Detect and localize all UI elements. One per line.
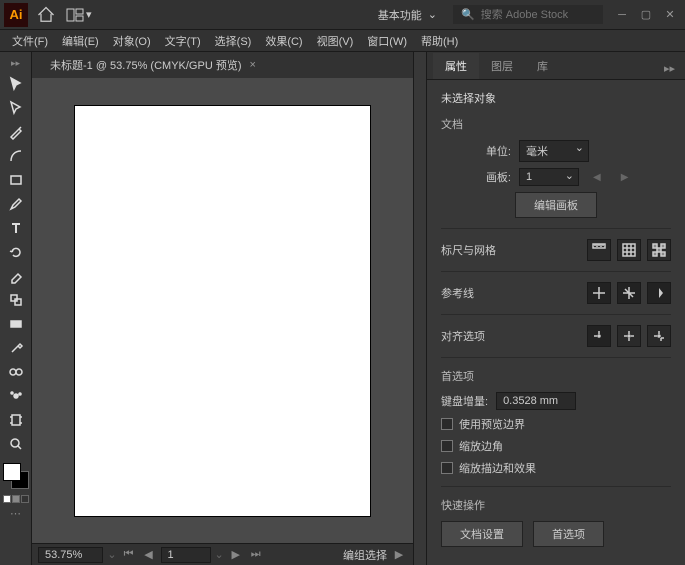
guides-label: 参考线 <box>441 285 474 301</box>
panel-menu-icon[interactable]: ▸▸ <box>660 58 679 79</box>
fill-swatch[interactable] <box>3 463 21 481</box>
fill-stroke-swatches[interactable] <box>3 463 29 489</box>
tab-properties[interactable]: 属性 <box>433 53 479 79</box>
scale-corners-label: 缩放边角 <box>459 438 503 454</box>
selection-tool[interactable] <box>4 73 28 95</box>
symbol-sprayer-tool[interactable] <box>4 385 28 407</box>
eyedropper-tool[interactable] <box>4 337 28 359</box>
menu-window[interactable]: 窗口(W) <box>361 31 413 51</box>
scale-strokes-label: 缩放描边和效果 <box>459 460 536 476</box>
document-tab[interactable]: 未标题-1 @ 53.75% (CMYK/GPU 预览) × <box>42 53 264 77</box>
artboard-number-input[interactable]: 1 <box>161 547 211 563</box>
status-text: 编组选择 <box>343 547 387 563</box>
menu-file[interactable]: 文件(F) <box>6 31 54 51</box>
maximize-button[interactable]: ▢ <box>635 6 657 24</box>
toolbox-collapse-icon[interactable]: ▸▸ <box>11 58 20 69</box>
snap-pixel-icon[interactable] <box>647 325 671 347</box>
eraser-tool[interactable] <box>4 265 28 287</box>
close-tab-icon[interactable]: × <box>249 59 255 71</box>
no-selection-label: 未选择对象 <box>441 90 671 106</box>
next-artboard-panel-icon[interactable]: ▶ <box>615 172 635 183</box>
edit-toolbar-icon[interactable]: ⋯ <box>10 507 21 520</box>
section-document: 文档 <box>441 116 671 132</box>
toolbox: ▸▸ ⋯ <box>0 52 32 565</box>
menu-select[interactable]: 选择(S) <box>209 31 258 51</box>
menu-effect[interactable]: 效果(C) <box>259 31 308 51</box>
close-button[interactable]: ✕ <box>659 6 681 24</box>
curvature-tool[interactable] <box>4 145 28 167</box>
artboard-dropdown[interactable]: 1 <box>519 168 579 186</box>
section-preferences: 首选项 <box>441 368 671 384</box>
snap-point-icon[interactable] <box>587 325 611 347</box>
artboard-tool[interactable] <box>4 409 28 431</box>
units-dropdown[interactable]: 毫米 <box>519 140 589 162</box>
menu-view[interactable]: 视图(V) <box>311 31 360 51</box>
search-input[interactable] <box>481 9 595 21</box>
menu-help[interactable]: 帮助(H) <box>415 31 464 51</box>
search-box[interactable]: 🔍 <box>453 5 603 24</box>
prev-artboard-panel-icon[interactable]: ◀ <box>587 172 607 183</box>
tab-layers[interactable]: 图层 <box>479 53 525 79</box>
workspace-dropdown[interactable]: 基本功能⌄ <box>370 4 445 26</box>
scale-tool[interactable] <box>4 289 28 311</box>
grid-icon[interactable] <box>617 239 641 261</box>
scale-corners-checkbox[interactable] <box>441 440 453 452</box>
rectangle-tool[interactable] <box>4 169 28 191</box>
keyboard-increment-label: 键盘增量: <box>441 393 488 409</box>
section-quick-actions: 快速操作 <box>441 497 671 513</box>
title-bar: Ai ▾ 基本功能⌄ 🔍 ─ ▢ ✕ <box>0 0 685 30</box>
artboard[interactable] <box>75 106 370 516</box>
transparency-grid-icon[interactable] <box>647 239 671 261</box>
document-tab-bar: 未标题-1 @ 53.75% (CMYK/GPU 预览) × <box>32 52 413 78</box>
units-label: 单位: <box>441 143 511 159</box>
panel-tab-bar: 属性 图层 库 ▸▸ <box>427 52 685 80</box>
preview-bounds-checkbox[interactable] <box>441 418 453 430</box>
tab-libraries[interactable]: 库 <box>525 53 560 79</box>
align-options-label: 对齐选项 <box>441 328 485 344</box>
search-icon: 🔍 <box>461 8 475 21</box>
keyboard-increment-input[interactable]: 0.3528 mm <box>496 392 576 410</box>
artboard-label: 画板: <box>441 169 511 185</box>
status-bar: 53.75% ⌄ ⏮ ◀ 1 ⌄ ▶ ⏭ 编组选择 ▶ <box>32 543 413 565</box>
blend-tool[interactable] <box>4 361 28 383</box>
prev-artboard-icon[interactable]: ◀ <box>141 547 157 563</box>
next-artboard-icon[interactable]: ▶ <box>228 547 244 563</box>
type-tool[interactable] <box>4 217 28 239</box>
smart-guides-icon[interactable] <box>647 282 671 304</box>
gradient-tool[interactable] <box>4 313 28 335</box>
guides-lock-icon[interactable] <box>617 282 641 304</box>
document-setup-button[interactable]: 文档设置 <box>441 521 523 547</box>
home-icon[interactable] <box>36 5 56 25</box>
direct-selection-tool[interactable] <box>4 97 28 119</box>
collapsed-panel-strip[interactable] <box>413 52 427 565</box>
document-tab-title: 未标题-1 @ 53.75% (CMYK/GPU 预览) <box>50 57 241 73</box>
status-nav-icon[interactable]: ▶ <box>391 547 407 563</box>
zoom-dropdown[interactable]: 53.75% <box>38 547 103 563</box>
ruler-icon[interactable] <box>587 239 611 261</box>
snap-grid-icon[interactable] <box>617 325 641 347</box>
arrange-documents-icon[interactable]: ▾ <box>66 8 96 22</box>
app-logo: Ai <box>4 3 28 27</box>
pen-tool[interactable] <box>4 121 28 143</box>
canvas[interactable] <box>32 78 413 543</box>
document-area: 未标题-1 @ 53.75% (CMYK/GPU 预览) × 53.75% ⌄ … <box>32 52 413 565</box>
minimize-button[interactable]: ─ <box>611 6 633 24</box>
draw-mode-icons[interactable] <box>3 495 29 503</box>
menu-object[interactable]: 对象(O) <box>107 31 157 51</box>
edit-artboards-button[interactable]: 编辑画板 <box>515 192 597 218</box>
rotate-tool[interactable] <box>4 241 28 263</box>
first-artboard-icon[interactable]: ⏮ <box>121 547 137 563</box>
guides-show-icon[interactable] <box>587 282 611 304</box>
zoom-tool[interactable] <box>4 433 28 455</box>
properties-panel: 属性 图层 库 ▸▸ 未选择对象 文档 单位: 毫米 画板: 1 ◀ ▶ 编辑画… <box>427 52 685 565</box>
menu-bar: 文件(F) 编辑(E) 对象(O) 文字(T) 选择(S) 效果(C) 视图(V… <box>0 30 685 52</box>
last-artboard-icon[interactable]: ⏭ <box>248 547 264 563</box>
menu-type[interactable]: 文字(T) <box>159 31 207 51</box>
preferences-button[interactable]: 首选项 <box>533 521 604 547</box>
rulers-grid-label: 标尺与网格 <box>441 242 496 258</box>
menu-edit[interactable]: 编辑(E) <box>56 31 105 51</box>
preview-bounds-label: 使用预览边界 <box>459 416 525 432</box>
scale-strokes-checkbox[interactable] <box>441 462 453 474</box>
paintbrush-tool[interactable] <box>4 193 28 215</box>
